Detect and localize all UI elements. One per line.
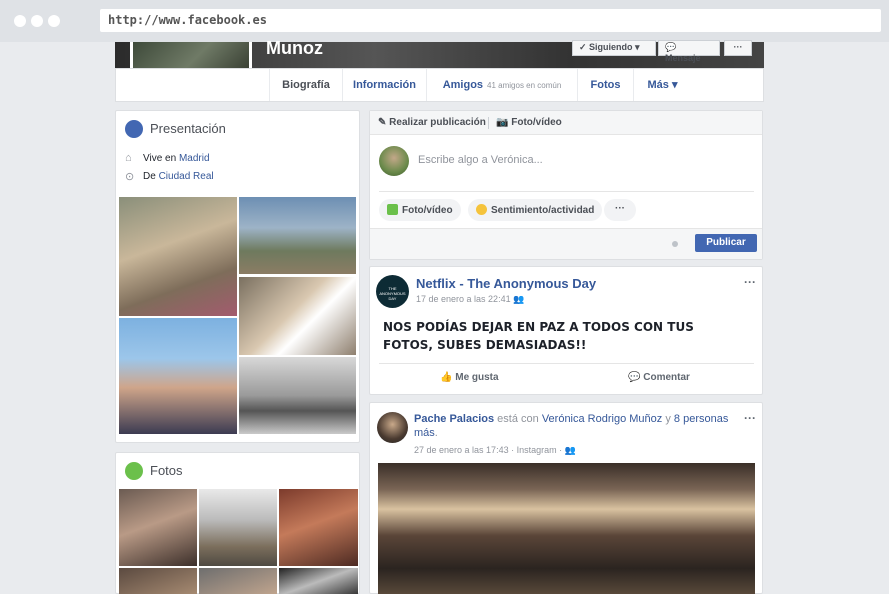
composer-input[interactable]: Escribe algo a Verónica...	[418, 154, 543, 166]
and-text: y	[662, 413, 674, 425]
photo-thumb-4[interactable]	[119, 568, 197, 594]
location-pin-icon: ⊙	[125, 171, 135, 183]
profile-name: Munoz	[266, 38, 323, 58]
tab-mas[interactable]: Más ▾	[633, 69, 691, 101]
post-text: NOS PODÍAS DEJAR EN PAZ A TODOS CON TUS …	[383, 320, 694, 352]
friends-audience-icon: 👥	[564, 445, 576, 455]
globe-icon	[125, 120, 143, 138]
composer-divider	[379, 191, 754, 192]
more-options-button[interactable]: ···	[724, 40, 752, 56]
message-label: Mensaje	[665, 53, 701, 63]
photos-card: Fotos	[115, 452, 360, 594]
photos-icon	[125, 462, 143, 480]
photo-thumb-5[interactable]	[199, 568, 277, 594]
smiley-icon	[476, 204, 487, 215]
from-place: De Ciudad Real	[143, 171, 214, 182]
tab-amigos[interactable]: Amigos 41 amigos en común	[426, 69, 577, 101]
lives-prefix: Vive en	[143, 153, 179, 164]
window-dot-maximize[interactable]	[48, 15, 60, 27]
photo-thumb-1[interactable]	[119, 489, 197, 566]
window-dot-minimize[interactable]	[31, 15, 43, 27]
tab-photo-video[interactable]: 📷 Foto/vídeo	[496, 117, 562, 128]
comment-icon: 💬	[628, 372, 644, 383]
post-timestamp[interactable]: 27 de enero a las 17:43 · Instagram · 👥	[414, 445, 576, 456]
message-button[interactable]: 💬 Mensaje	[658, 40, 720, 63]
post-card-netflix: THE ANONYMOUS DAY Netflix - The Anonymou…	[369, 266, 763, 395]
featured-photo-beach-group[interactable]	[119, 318, 237, 434]
from-prefix: De	[143, 171, 159, 182]
photo-thumb-3[interactable]	[279, 489, 358, 566]
featured-photo-group[interactable]	[119, 197, 237, 316]
post-author-link[interactable]: Netflix - The Anonymous Day	[416, 276, 596, 291]
thumbs-up-icon: 👍	[440, 372, 456, 383]
photo-icon	[387, 204, 398, 215]
post-group-photo[interactable]	[378, 463, 755, 594]
post-header-text: Pache Palacios está con Verónica Rodrigo…	[414, 412, 734, 440]
post-author-link[interactable]: Pache Palacios	[414, 413, 494, 425]
more-composer-options[interactable]: ···	[604, 199, 636, 221]
lives-city-link[interactable]: Madrid	[179, 153, 210, 164]
lives-in: Vive en Madrid	[143, 153, 210, 164]
tab-separator	[488, 117, 489, 129]
comment-label: Comentar	[643, 372, 690, 383]
feeling-activity-pill-label: Sentimiento/actividad	[491, 205, 595, 216]
user-avatar[interactable]	[379, 146, 409, 176]
intro-title: Presentación	[150, 121, 226, 136]
featured-photo-mountain[interactable]	[239, 197, 356, 274]
photo-thumb-2[interactable]	[199, 489, 277, 566]
tab-biografia[interactable]: Biografía	[269, 69, 342, 101]
post-time-text: 27 de enero a las 17:43 · Instagram ·	[414, 445, 563, 455]
window-dot-close[interactable]	[14, 15, 26, 27]
post-time-text: 17 de enero a las 22:41	[416, 294, 511, 304]
address-bar[interactable]: http://www.facebook.es	[100, 9, 881, 32]
message-icon: 💬	[665, 42, 677, 52]
friends-audience-icon: 👥	[513, 294, 525, 304]
follow-button[interactable]: ✓ Siguiendo ▾	[572, 40, 656, 56]
comment-button[interactable]: 💬 Comentar	[628, 372, 690, 383]
photo-video-pill[interactable]: Foto/vídeo	[379, 199, 461, 221]
tab-amigos-label: Amigos	[442, 79, 484, 91]
home-icon: ⌂	[125, 152, 132, 164]
like-label: Me gusta	[455, 372, 499, 383]
tab-informacion[interactable]: Información	[342, 69, 426, 101]
netflix-avatar[interactable]: THE ANONYMOUS DAY	[376, 275, 409, 308]
post-menu-button[interactable]: ···	[744, 411, 756, 425]
privacy-icon[interactable]	[672, 241, 678, 247]
photo-video-pill-label: Foto/vídeo	[402, 205, 453, 216]
tab-create-post-label: Realizar publicación	[389, 117, 486, 128]
tab-fotos[interactable]: Fotos	[577, 69, 633, 101]
photo-thumb-6[interactable]	[279, 568, 358, 594]
publish-button[interactable]: Publicar	[695, 234, 757, 252]
feeling-activity-pill[interactable]: Sentimiento/actividad	[468, 199, 603, 221]
browser-chrome: http://www.facebook.es	[0, 0, 889, 42]
from-city-link[interactable]: Ciudad Real	[159, 171, 214, 182]
profile-nav: Biografía Información Amigos 41 amigos en…	[115, 68, 764, 102]
post-menu-button[interactable]: ···	[744, 275, 756, 289]
featured-photo-bw-beach[interactable]	[239, 357, 356, 434]
mutual-friends-count: 41 amigos en común	[487, 81, 562, 90]
like-button[interactable]: 👍 Me gusta	[440, 372, 499, 383]
period-text: .	[434, 427, 438, 439]
camera-icon: 📷	[496, 117, 512, 128]
with-text: está con	[494, 413, 542, 425]
featured-photo-friends[interactable]	[239, 277, 356, 355]
tagged-person-link[interactable]: Verónica Rodrigo Muñoz	[542, 413, 662, 425]
post-divider	[379, 363, 754, 364]
pencil-icon: ✎	[378, 117, 390, 128]
tab-create-post[interactable]: ✎ Realizar publicación	[378, 117, 486, 128]
pache-avatar[interactable]	[377, 412, 408, 443]
photos-title: Fotos	[150, 463, 183, 478]
tab-photo-video-label: Foto/vídeo	[511, 117, 562, 128]
intro-card: Presentación ⌂ Vive en Madrid ⊙ De Ciuda…	[115, 110, 360, 443]
post-card-pache: Pache Palacios está con Verónica Rodrigo…	[369, 402, 763, 594]
post-timestamp[interactable]: 17 de enero a las 22:41 👥	[416, 294, 524, 305]
